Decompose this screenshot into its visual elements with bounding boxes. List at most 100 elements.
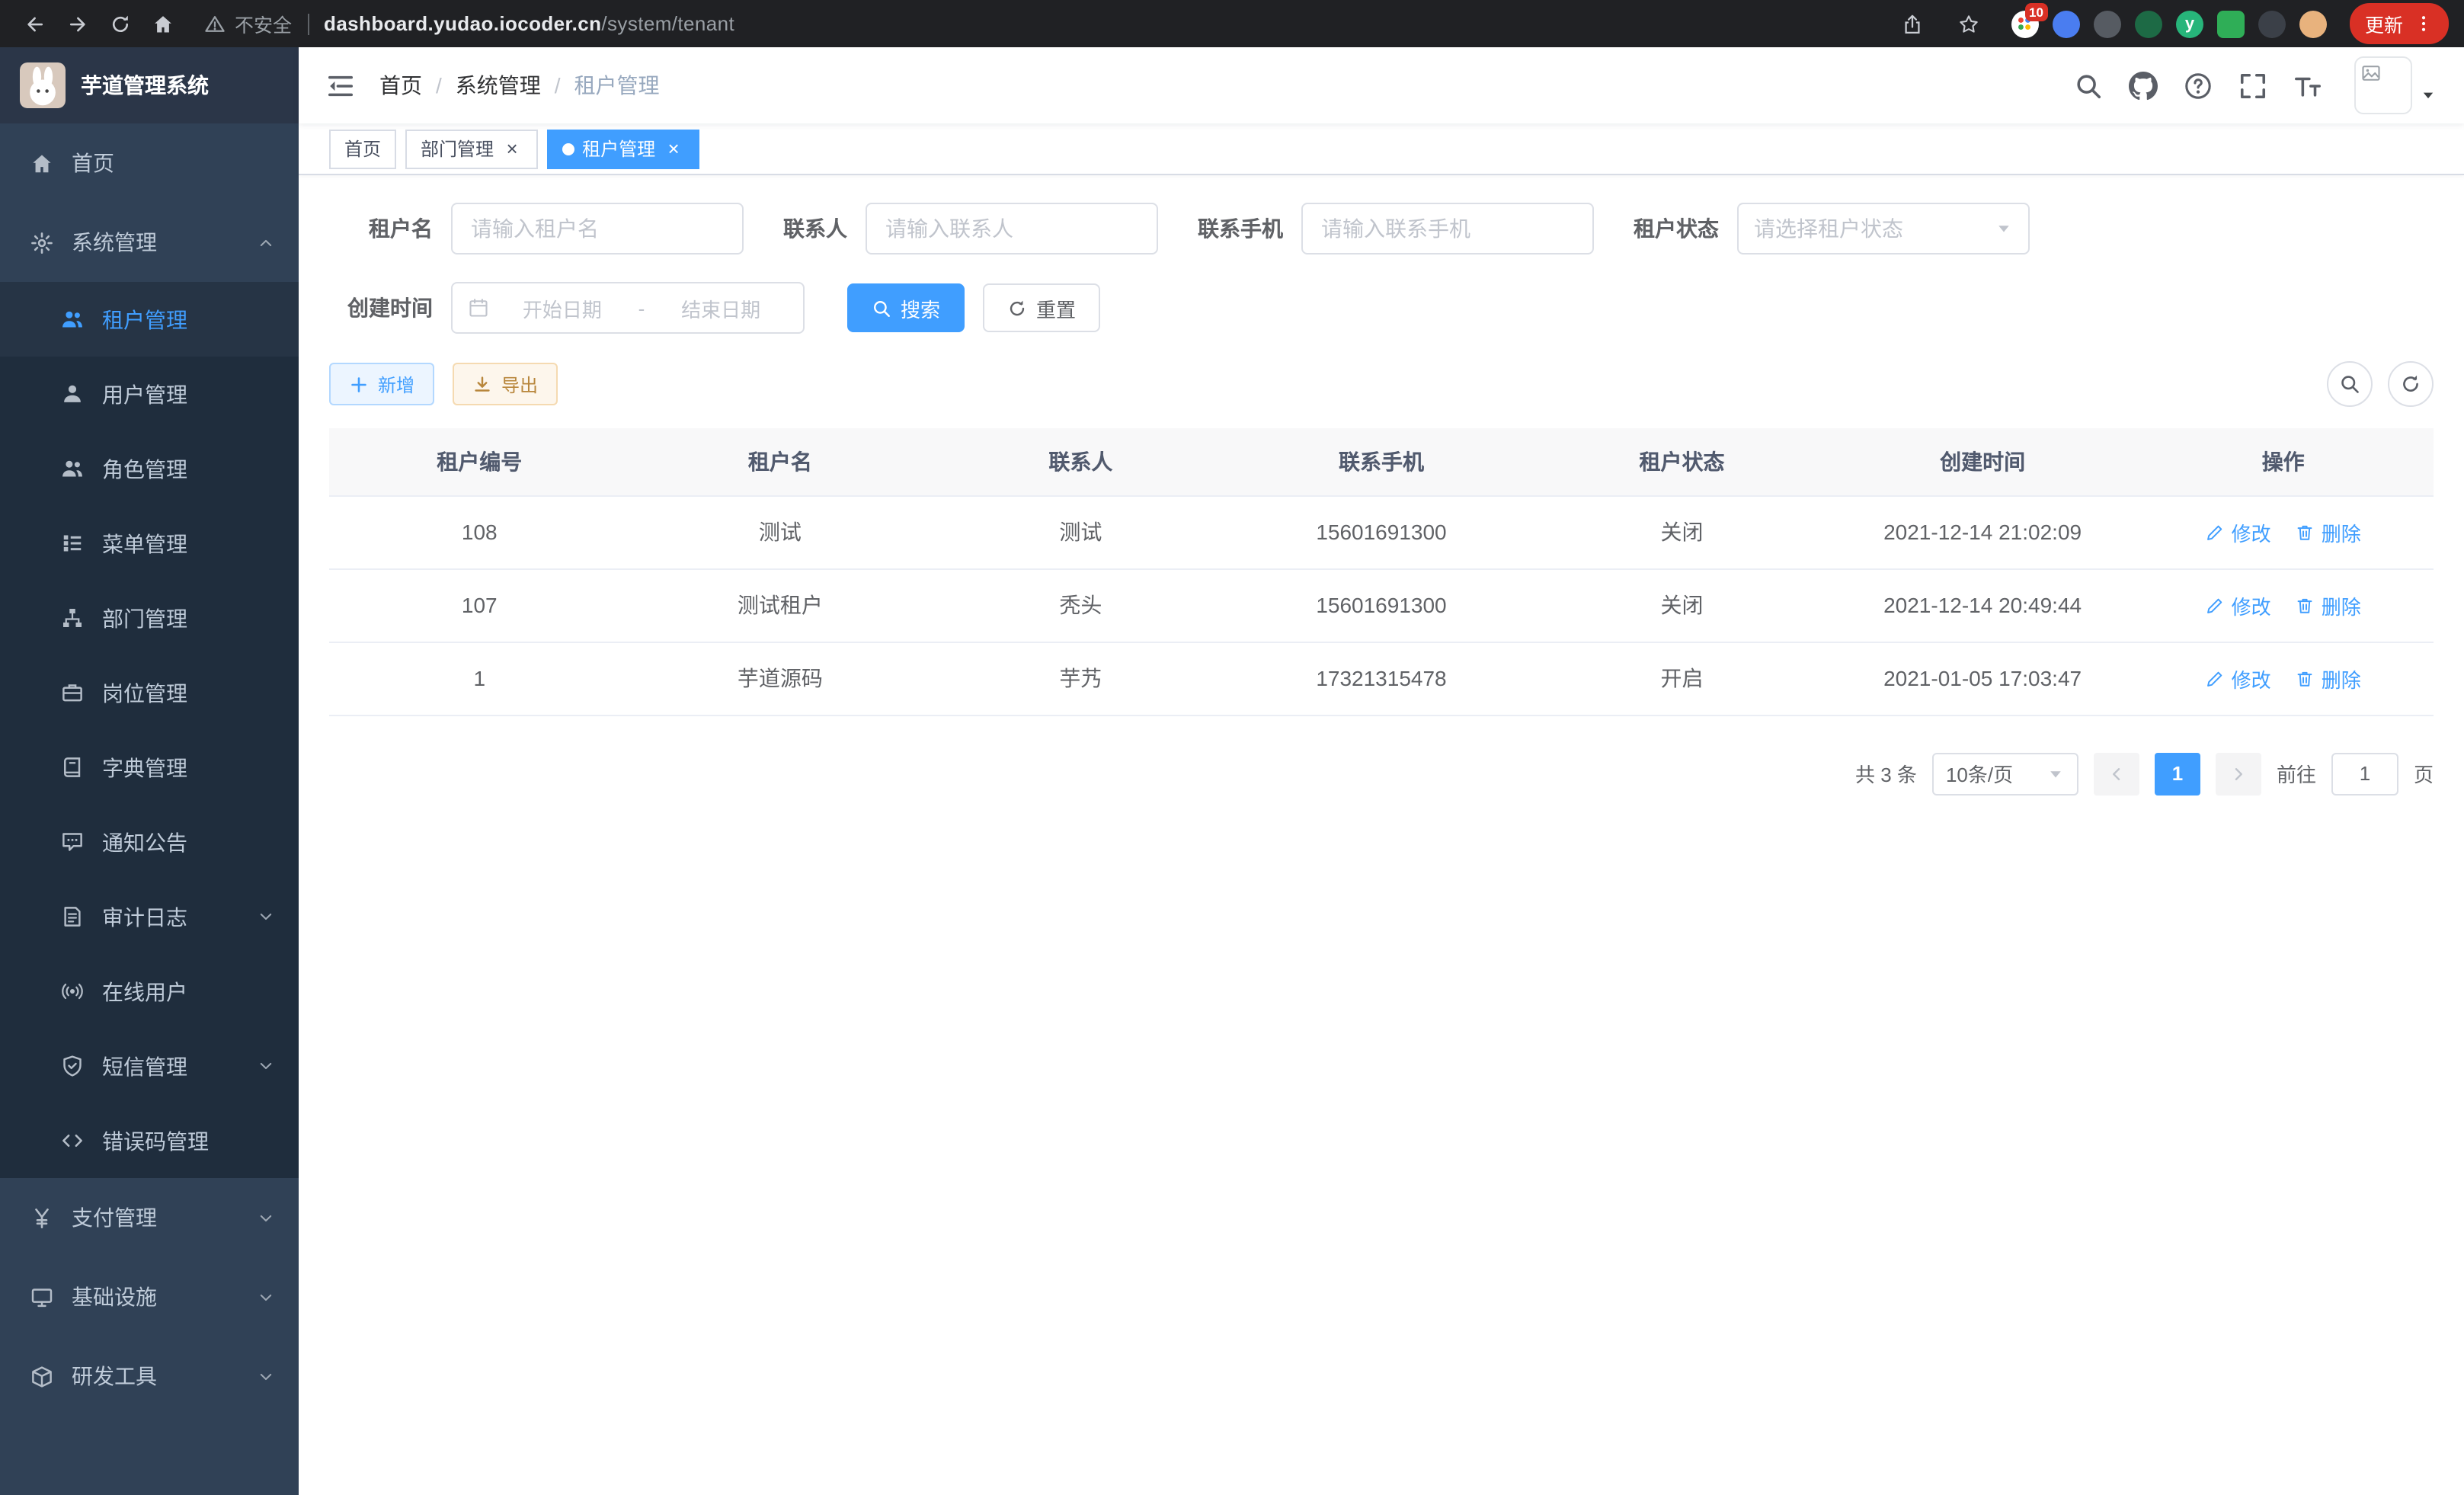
download-icon — [472, 374, 492, 394]
row-delete-button[interactable]: 删除 — [2296, 517, 2361, 546]
row-edit-button[interactable]: 修改 — [2206, 517, 2271, 546]
reset-button[interactable]: 重置 — [983, 283, 1100, 332]
tab-home[interactable]: 首页 — [329, 129, 396, 168]
browser-actions: 10 y 更新 — [1893, 3, 2449, 44]
extension-green-y[interactable]: y — [2176, 10, 2203, 37]
sidebar-item-notice[interactable]: 通知公告 — [0, 805, 299, 879]
sidebar-item-audit[interactable]: 审计日志 — [0, 879, 299, 954]
cell-id: 107 — [329, 568, 630, 642]
search-icon — [2339, 373, 2360, 395]
sidebar-item-pay[interactable]: 支付管理 — [0, 1178, 299, 1257]
reset-button-label: 重置 — [1036, 293, 1076, 322]
phone-input[interactable] — [1301, 203, 1594, 255]
sidebar-item-user[interactable]: 用户管理 — [0, 357, 299, 431]
user-icon — [61, 383, 84, 405]
search-button[interactable]: 搜索 — [847, 283, 965, 332]
sidebar-item-infra[interactable]: 基础设施 — [0, 1257, 299, 1337]
update-button[interactable]: 更新 — [2350, 3, 2449, 44]
extension-gray[interactable] — [2094, 10, 2121, 37]
sidebar-item-role[interactable]: 角色管理 — [0, 431, 299, 506]
sidebar-item-online[interactable]: 在线用户 — [0, 954, 299, 1029]
refresh-icon — [1007, 298, 1027, 318]
extension-dots[interactable]: 10 — [2011, 10, 2039, 37]
extension-dark[interactable] — [2258, 10, 2286, 37]
sidebar-item-system[interactable]: 系统管理 — [0, 203, 299, 282]
kebab-menu-icon[interactable] — [2414, 14, 2434, 34]
sidebar-item-dept[interactable]: 部门管理 — [0, 581, 299, 655]
tab-dept[interactable]: 部门管理× — [405, 129, 538, 168]
breadcrumb-system[interactable]: 系统管理 — [456, 70, 541, 101]
bookmark-star-icon[interactable] — [1949, 4, 1989, 43]
app-logo[interactable]: 芋道管理系统 — [0, 47, 299, 123]
sidebar-item-dict[interactable]: 字典管理 — [0, 730, 299, 805]
prev-page-button[interactable] — [2094, 752, 2139, 795]
extension-avatar[interactable] — [2299, 10, 2327, 37]
page-size-select[interactable]: 10条/页 — [1932, 752, 2078, 795]
export-button[interactable]: 导出 — [453, 363, 558, 405]
goto-page-input[interactable] — [2331, 752, 2398, 795]
breadcrumb-home[interactable]: 首页 — [379, 70, 422, 101]
column-header: 联系人 — [930, 428, 1231, 495]
chevron-up-icon — [258, 234, 274, 251]
table-row: 1芋道源码芋艿17321315478开启2021-01-05 17:03:47修… — [329, 642, 2434, 715]
chevron-left-icon — [2107, 764, 2126, 783]
github-icon[interactable] — [2129, 71, 2158, 100]
table-row: 108测试测试15601691300关闭2021-12-14 21:02:09修… — [329, 495, 2434, 568]
sidebar-item-devtools[interactable]: 研发工具 — [0, 1337, 299, 1416]
close-tab-icon[interactable]: × — [501, 138, 523, 159]
next-page-button[interactable] — [2216, 752, 2261, 795]
row-delete-button[interactable]: 删除 — [2296, 591, 2361, 619]
search-icon[interactable] — [2074, 71, 2103, 100]
address-bar[interactable]: dashboard.yudao.iocoder.cn/system/tenant — [324, 12, 1893, 35]
row-edit-button[interactable]: 修改 — [2206, 664, 2271, 693]
sidebar-item-errcode[interactable]: 错误码管理 — [0, 1103, 299, 1178]
row-delete-button[interactable]: 删除 — [2296, 664, 2361, 693]
row-edit-button[interactable]: 修改 — [2206, 591, 2271, 619]
browser-chrome: 不安全 dashboard.yudao.iocoder.cn/system/te… — [0, 0, 2464, 47]
edit-icon — [2206, 595, 2226, 615]
header-tools-slot — [2074, 71, 2322, 100]
tab-tenant[interactable]: 租户管理× — [547, 129, 699, 168]
back-icon[interactable] — [15, 4, 55, 43]
sms-icon — [61, 1055, 84, 1077]
sidebar-item-menu[interactable]: 菜单管理 — [0, 506, 299, 581]
reload-icon[interactable] — [101, 4, 140, 43]
column-header: 操作 — [2133, 428, 2434, 495]
toggle-search-button[interactable] — [2327, 361, 2373, 407]
font-size-icon[interactable] — [2293, 71, 2322, 100]
home-icon[interactable] — [143, 4, 183, 43]
page-1-button[interactable]: 1 — [2155, 752, 2200, 795]
caret-down-icon[interactable] — [2420, 86, 2437, 103]
sidebar-item-post[interactable]: 岗位管理 — [0, 655, 299, 730]
sidebar-collapse-button[interactable] — [326, 71, 355, 100]
tenant-name-input[interactable] — [451, 203, 744, 255]
cell-actions: 修改删除 — [2133, 642, 2434, 715]
contact-input[interactable] — [866, 203, 1158, 255]
tenant-status-select[interactable]: 请选择租户状态 — [1737, 203, 2030, 255]
goto-label: 前往 — [2277, 759, 2316, 788]
forward-icon[interactable] — [58, 4, 98, 43]
create-time-range-picker[interactable]: 开始日期 - 结束日期 — [451, 282, 805, 334]
extension-dark-green[interactable] — [2135, 10, 2162, 37]
dict-icon — [61, 756, 84, 779]
filter-tenant-name: 租户名 — [329, 203, 744, 255]
app-frame: 芋道管理系统 首页系统管理租户管理用户管理角色管理菜单管理部门管理岗位管理字典管… — [0, 47, 2464, 1495]
extension-blue[interactable] — [2053, 10, 2080, 37]
sidebar-item-label: 短信管理 — [102, 1051, 187, 1081]
close-tab-icon[interactable]: × — [663, 138, 684, 159]
share-icon[interactable] — [1893, 4, 1932, 43]
add-button[interactable]: 新增 — [329, 363, 434, 405]
devtools-icon — [30, 1365, 53, 1388]
total-count: 共 3 条 — [1855, 759, 1917, 788]
extension-green-square[interactable] — [2217, 10, 2245, 37]
cell-phone: 17321315478 — [1231, 642, 1532, 715]
security-chip[interactable]: 不安全 — [204, 9, 292, 38]
sidebar-item-home[interactable]: 首页 — [0, 123, 299, 203]
fullscreen-icon[interactable] — [2238, 71, 2267, 100]
sidebar-item-tenant[interactable]: 租户管理 — [0, 282, 299, 357]
sidebar-item-sms[interactable]: 短信管理 — [0, 1029, 299, 1103]
user-avatar[interactable] — [2354, 56, 2412, 114]
refresh-table-button[interactable] — [2388, 361, 2434, 407]
logo-avatar — [20, 62, 66, 108]
question-icon[interactable] — [2184, 71, 2213, 100]
